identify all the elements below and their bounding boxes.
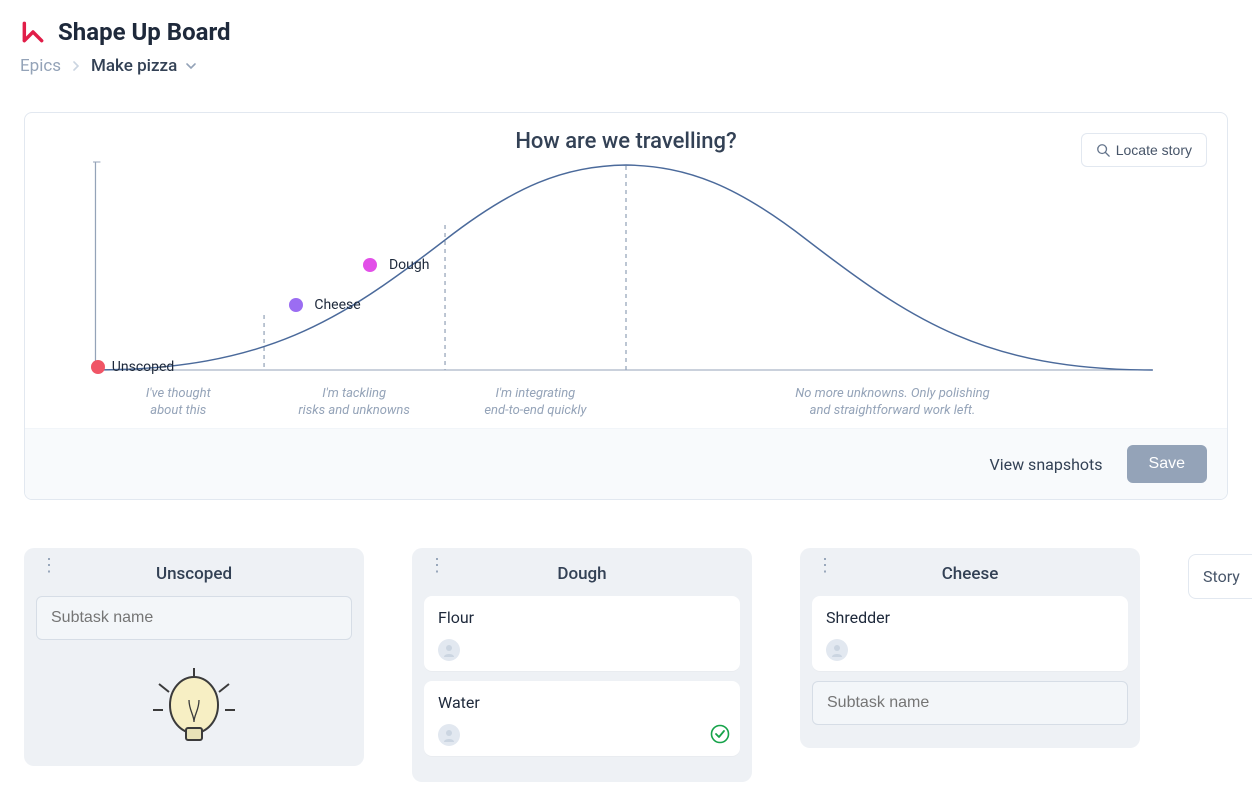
story-card-title: Water [438, 693, 726, 712]
phase-label: No more unknowns. Only polishingand stra… [626, 385, 1159, 420]
column-menu-icon[interactable]: ⋮ [40, 564, 58, 568]
chevron-down-icon [185, 60, 197, 72]
story-card-title: Shredder [826, 608, 1114, 627]
search-icon [1096, 143, 1110, 157]
hill-curve-svg [93, 160, 1159, 380]
column-header: ⋮ Cheese [812, 560, 1128, 596]
column-cheese: ⋮ Cheese Shredder [800, 548, 1140, 748]
phase-labels: I've thoughtabout this I'm tacklingrisks… [93, 385, 1159, 420]
breadcrumb-current-label: Make pizza [91, 56, 177, 76]
breadcrumb-current[interactable]: Make pizza [91, 56, 197, 76]
page-header: Shape Up Board Epics Make pizza [0, 0, 1252, 84]
breadcrumb-root[interactable]: Epics [20, 56, 61, 76]
hill-chart[interactable]: Unscoped Cheese Dough I've thoughtabout … [93, 160, 1159, 420]
subtask-name-input[interactable] [36, 596, 352, 640]
subtask-name-input[interactable] [812, 681, 1128, 725]
breadcrumb: Epics Make pizza [20, 56, 1232, 76]
column-menu-icon[interactable]: ⋮ [816, 564, 834, 568]
view-snapshots-link[interactable]: View snapshots [990, 455, 1103, 474]
hill-chart-area: How are we travelling? Locate story [25, 113, 1227, 428]
avatar-icon [438, 639, 460, 661]
story-pill-label: Story [1203, 567, 1240, 586]
hill-dot-label: Cheese [314, 297, 360, 313]
locate-story-label: Locate story [1116, 142, 1192, 158]
title-row: Shape Up Board [20, 18, 1232, 46]
phase-label: I've thoughtabout this [93, 385, 264, 420]
hill-dot-dough[interactable] [363, 258, 377, 272]
story-card-title: Flour [438, 608, 726, 627]
column-title: Dough [424, 564, 740, 584]
column-header: ⋮ Dough [424, 560, 740, 596]
chevron-right-icon [71, 56, 81, 76]
story-card[interactable]: Water [424, 681, 740, 756]
check-circle-icon [710, 724, 730, 744]
column-title: Unscoped [36, 564, 352, 584]
hill-dot-unscoped[interactable] [91, 360, 105, 374]
page-title: Shape Up Board [58, 18, 231, 46]
column-dough: ⋮ Dough Flour Water [412, 548, 752, 782]
save-button[interactable]: Save [1127, 445, 1207, 483]
hill-dot-label: Unscoped [112, 359, 175, 375]
hill-chart-title: How are we travelling? [53, 129, 1199, 154]
story-card[interactable]: Flour [424, 596, 740, 671]
app-logo-icon [20, 19, 46, 45]
phase-label: I'm integratingend-to-end quickly [445, 385, 626, 420]
hill-dot-label: Dough [389, 257, 429, 273]
avatar-icon [826, 639, 848, 661]
hill-chart-card: How are we travelling? Locate story [24, 112, 1228, 500]
empty-state-lightbulb-icon [36, 660, 352, 750]
phase-label: I'm tacklingrisks and unknowns [264, 385, 445, 420]
column-title: Cheese [812, 564, 1128, 584]
story-pill-button[interactable]: Story [1188, 554, 1252, 599]
hill-dot-cheese[interactable] [289, 298, 303, 312]
hill-chart-footer: View snapshots Save [25, 428, 1227, 499]
avatar-icon [438, 724, 460, 746]
board-columns: ⋮ Unscoped ⋮ Dough Flour [0, 500, 1252, 782]
column-header: ⋮ Unscoped [36, 560, 352, 596]
column-unscoped: ⋮ Unscoped [24, 548, 364, 766]
story-card[interactable]: Shredder [812, 596, 1128, 671]
column-menu-icon[interactable]: ⋮ [428, 564, 446, 568]
